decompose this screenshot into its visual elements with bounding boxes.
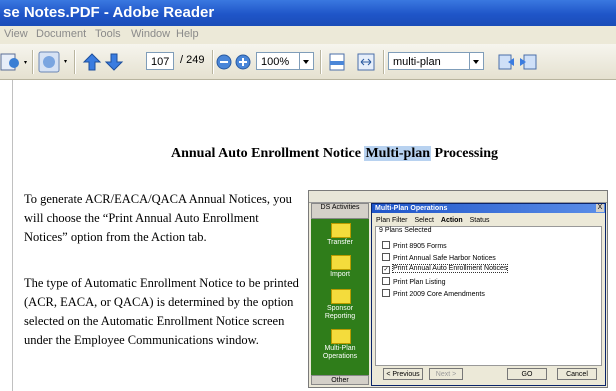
arrow-up-icon[interactable] [82, 52, 102, 72]
embedded-sidebar: DS Activities Transfer Import Sponsor Re… [311, 203, 369, 385]
sidebar-item-import[interactable]: Import [311, 271, 369, 279]
folder-icon [331, 329, 351, 344]
hand-tool-icon[interactable] [37, 50, 71, 74]
zoom-out-icon[interactable] [215, 53, 233, 71]
option-plan-listing[interactable]: Print Plan Listing [382, 277, 446, 286]
sidebar-item-other[interactable]: Other [311, 375, 369, 385]
zoom-in-icon[interactable] [234, 53, 252, 71]
multi-plan-dialog: Multi-Plan Operations X Plan Filter Sele… [371, 203, 606, 386]
selected-count: 9 Plans Selected [379, 227, 432, 234]
fit-width-icon[interactable] [356, 52, 376, 72]
toolbar-separator [320, 50, 322, 74]
toolbar-separator [74, 50, 76, 74]
embedded-toolbar [309, 191, 607, 203]
menu-window[interactable]: Window [131, 28, 170, 40]
zoom-dropdown-arrow[interactable] [300, 52, 314, 70]
folder-icon [331, 223, 351, 238]
checkbox[interactable] [382, 277, 390, 285]
toolbar-separator [32, 50, 34, 74]
find-next-icon[interactable] [518, 52, 538, 72]
heading-start: Annual Auto Enrollment Notice [171, 146, 365, 161]
fit-page-icon[interactable] [327, 52, 347, 72]
menu-help[interactable]: Help [176, 28, 199, 40]
search-input[interactable]: multi-plan [388, 52, 470, 70]
folder-icon [331, 255, 351, 270]
paragraph-1: To generate ACR/EACA/QACA Annual Notices… [24, 192, 292, 244]
folder-icon [331, 289, 351, 304]
checkbox[interactable] [382, 241, 390, 249]
sidebar-item-sponsor-reporting[interactable]: Sponsor Reporting [311, 305, 369, 321]
checkbox-checked[interactable]: ✓ [382, 266, 390, 274]
page-number-field[interactable]: 107 [146, 52, 174, 70]
pages-icon[interactable] [0, 51, 30, 73]
toolbar-separator [383, 50, 385, 74]
previous-button[interactable]: < Previous [383, 368, 423, 380]
find-previous-icon[interactable] [496, 52, 516, 72]
tab-select[interactable]: Select [414, 217, 433, 224]
close-icon[interactable]: X [596, 204, 604, 212]
page-total: / 249 [180, 54, 205, 66]
action-panel: 9 Plans Selected Print 8905 Forms Print … [375, 226, 602, 366]
menu-view[interactable]: View [4, 28, 28, 40]
page-edge [12, 80, 13, 391]
paragraph-2: The type of Automatic Enrollment Notice … [24, 276, 299, 347]
dialog-buttons: < Previous Next > GO Cancel [375, 368, 602, 382]
search-highlight: Multi-plan [364, 146, 432, 161]
next-button[interactable]: Next > [429, 368, 463, 380]
sidebar-item-transfer[interactable]: Transfer [311, 239, 369, 247]
heading-end: Processing [431, 146, 499, 161]
option-auto-enrollment[interactable]: ✓ Print Annual Auto Enrollment Notices [382, 264, 509, 274]
option-8905-forms[interactable]: Print 8905 Forms [382, 241, 447, 250]
tab-action[interactable]: Action [441, 217, 463, 224]
tab-status[interactable]: Status [470, 217, 490, 224]
checkbox[interactable] [382, 289, 390, 297]
zoom-field[interactable]: 100% [256, 52, 300, 70]
search-dropdown-arrow[interactable] [470, 52, 484, 70]
option-safe-harbor[interactable]: Print Annual Safe Harbor Notices [382, 253, 496, 262]
checkbox[interactable] [382, 253, 390, 261]
go-button[interactable]: GO [507, 368, 547, 380]
cancel-button[interactable]: Cancel [557, 368, 597, 380]
dialog-title: Multi-Plan Operations [372, 204, 605, 213]
page-heading: Annual Auto Enrollment Notice Multi-plan… [171, 146, 498, 162]
window-title: se Notes.PDF - Adobe Reader [3, 4, 215, 21]
tab-plan-filter[interactable]: Plan Filter [376, 217, 408, 224]
sidebar-item-multi-plan[interactable]: Multi-Plan Operations [311, 345, 369, 361]
dialog-tabs: Plan Filter Select Action Status [376, 217, 494, 224]
menu-tools[interactable]: Tools [95, 28, 121, 40]
toolbar-separator [212, 50, 214, 74]
embedded-screenshot: DS Activities Transfer Import Sponsor Re… [308, 190, 608, 388]
menu-bar: View Document Tools Window Help [0, 26, 616, 45]
option-core-amendments[interactable]: Print 2009 Core Amendments [382, 289, 485, 298]
arrow-down-icon[interactable] [104, 52, 124, 72]
menu-document[interactable]: Document [36, 28, 86, 40]
sidebar-header: DS Activities [311, 203, 369, 219]
title-bar: se Notes.PDF - Adobe Reader [0, 0, 616, 26]
toolbar: 107 / 249 100% multi-plan [0, 44, 616, 80]
